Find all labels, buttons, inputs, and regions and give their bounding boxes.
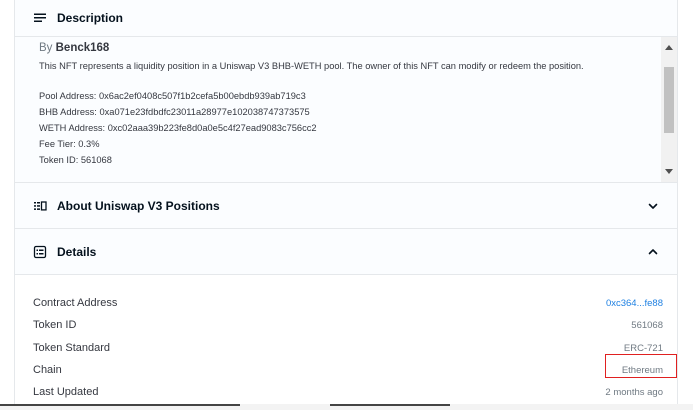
scroll-down-arrow-icon[interactable]	[665, 169, 673, 174]
chevron-up-icon[interactable]	[647, 246, 659, 258]
description-paragraph: This NFT represents a liquidity position…	[39, 61, 584, 71]
description-title: Description	[57, 11, 124, 25]
details-icon	[33, 245, 47, 258]
description-text: By Benck168 This NFT represents a liquid…	[39, 41, 649, 168]
creator-line: By Benck168	[39, 41, 649, 55]
details-body: Contract Address 0xc364...fe88 Token ID …	[15, 275, 677, 410]
fee-tier-line: Fee Tier: 0.3%	[39, 139, 100, 149]
contract-address-label: Contract Address	[33, 297, 118, 309]
detail-row-contract-address: Contract Address 0xc364...fe88	[33, 292, 663, 314]
contract-address-link[interactable]: 0xc364...fe88	[606, 298, 663, 309]
about-title: About Uniswap V3 Positions	[57, 198, 220, 213]
bottom-edge	[0, 404, 693, 410]
creator-link[interactable]: Benck168	[56, 42, 110, 54]
detail-row-chain: Chain Ethereum	[33, 359, 663, 381]
token-id-line: Token ID: 561068	[39, 155, 112, 165]
by-prefix: By	[39, 42, 53, 54]
about-uniswap-header[interactable]: About Uniswap V3 Positions	[15, 182, 677, 229]
scrollbar-thumb[interactable]	[664, 67, 674, 133]
weth-address-line: WETH Address: 0xc02aaa39b223fe8d0a0e5c4f…	[39, 123, 317, 133]
detail-row-last-updated: Last Updated 2 months ago	[33, 381, 663, 403]
bhb-address-line: BHB Address: 0xa071e23fdbdfc23011a28977e…	[39, 107, 310, 117]
details-title: Details	[57, 244, 97, 259]
details-header[interactable]: Details	[15, 229, 677, 275]
description-scrollbar[interactable]	[661, 37, 677, 182]
chain-label: Chain	[33, 364, 62, 376]
last-updated-label: Last Updated	[33, 386, 99, 398]
item-details-panel: Description By Benck168 This NFT represe…	[14, 0, 678, 410]
scroll-up-arrow-icon[interactable]	[665, 45, 673, 50]
token-id-label: Token ID	[33, 319, 77, 331]
token-id-value: 561068	[631, 319, 663, 331]
last-updated-value: 2 months ago	[605, 386, 663, 398]
chain-highlight-box	[605, 354, 677, 378]
lines-icon	[34, 13, 46, 22]
token-standard-label: Token Standard	[33, 342, 111, 354]
detail-row-token-standard: Token Standard ERC-721	[33, 337, 663, 359]
description-body: By Benck168 This NFT represents a liquid…	[15, 37, 677, 182]
description-header[interactable]: Description	[15, 0, 677, 37]
list-icon	[34, 200, 47, 211]
token-standard-value: ERC-721	[623, 342, 663, 354]
chevron-down-icon[interactable]	[647, 200, 659, 212]
pool-address-line: Pool Address: 0x6ac2ef0408c507f1b2cefa5b…	[39, 91, 306, 101]
detail-row-token-id: Token ID 561068	[33, 314, 663, 336]
